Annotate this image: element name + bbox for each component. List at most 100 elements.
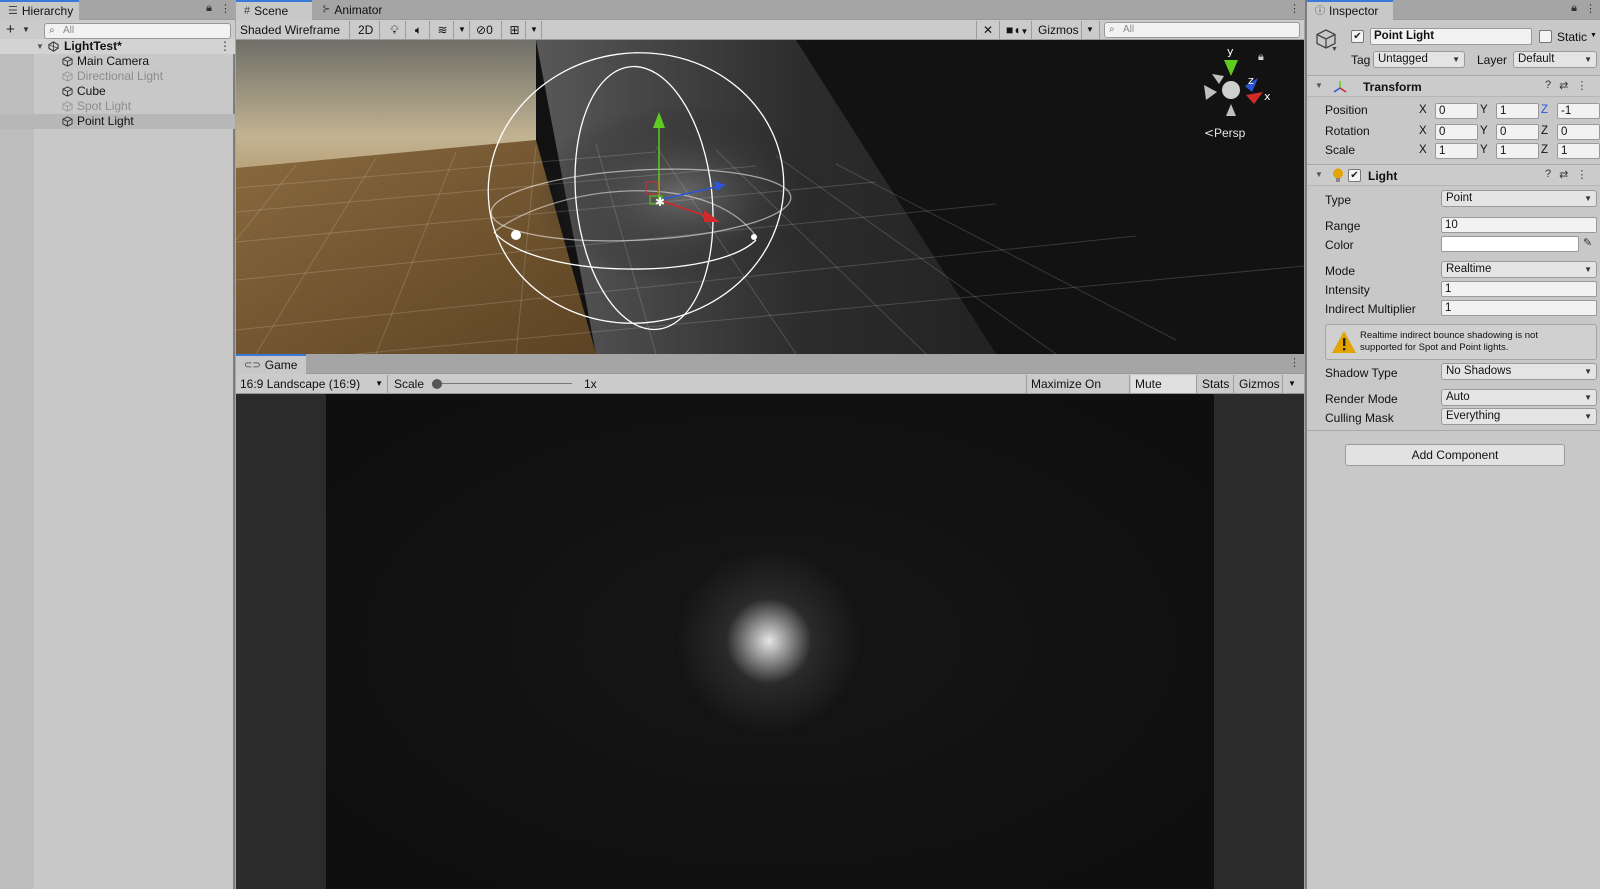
layer-dropdown[interactable]: Default ▼ [1513,51,1597,68]
position-z-field[interactable]: -1 [1557,103,1600,119]
game-gizmos-toggle[interactable]: Gizmos [1235,375,1283,393]
effects-toggle-icon[interactable]: ≋ [432,21,454,39]
hidden-objects-toggle[interactable]: ⊘0 [472,21,502,39]
range-handle[interactable] [751,234,757,240]
mute-audio-toggle[interactable]: Mute Audio [1131,375,1197,409]
draw-mode-dropdown[interactable]: Shaded Wireframe ▼ [236,21,350,54]
type-dropdown[interactable]: Point ▼ [1441,190,1597,207]
add-component-button[interactable]: Add Component [1345,444,1565,466]
scene-search-input[interactable]: ⌕ All [1104,22,1300,38]
scale-slider-thumb[interactable] [432,379,442,389]
indirect-multiplier-field[interactable]: 1 [1441,300,1597,316]
intensity-field[interactable]: 1 [1441,281,1597,297]
tag-dropdown[interactable]: Untagged ▼ [1373,51,1465,68]
rotation-label: Rotation [1325,124,1370,138]
hierarchy-search-input[interactable]: ⌕ All [44,23,231,39]
stats-toggle[interactable]: Stats [1198,375,1234,393]
hierarchy-item[interactable]: Main Camera [0,54,235,69]
scale-y-field[interactable]: 1 [1496,143,1539,159]
render-mode-dropdown[interactable]: Auto ▼ [1441,389,1597,406]
static-dropdown-icon[interactable]: ▼ [1590,32,1597,39]
eyedropper-icon[interactable]: ✎ [1583,236,1592,249]
scene-viewport[interactable]: ✱ y z x 🔒︎ < Persp [236,40,1304,354]
rotation-y-axis-label[interactable]: Y [1480,125,1488,137]
position-y-axis-label[interactable]: Y [1480,104,1488,116]
projection-arrow-icon: < [1204,126,1214,140]
more-icon[interactable]: ⋮ [1576,79,1587,92]
scale-y-axis-label[interactable]: Y [1480,144,1488,156]
game-gizmos-dropdown-icon[interactable]: ▼ [1284,375,1302,393]
object-name-field[interactable]: Point Light [1370,28,1532,45]
more-icon[interactable]: ⋮ [1576,168,1587,181]
tab-hierarchy[interactable]: ☰ Hierarchy [0,0,80,20]
hierarchy-item[interactable]: Point Light [0,114,235,129]
position-x-field[interactable]: 0 [1435,103,1478,119]
maximize-on-play-toggle[interactable]: Maximize On Play [1026,375,1130,409]
intensity-value: 1 [1445,283,1452,295]
more-icon[interactable]: ⋮ [1289,356,1300,369]
expand-arrow-icon[interactable]: ▼ [36,39,44,54]
more-icon[interactable]: ⋮ [220,2,231,15]
scale-value-label: 1x [584,377,597,391]
position-x-axis-label[interactable]: X [1419,104,1427,116]
help-icon[interactable]: ? [1545,168,1551,181]
rotation-z-field[interactable]: 0 [1557,124,1600,140]
mode-dropdown[interactable]: Realtime ▼ [1441,261,1597,278]
projection-label[interactable]: Persp [1214,126,1246,140]
tab-inspector[interactable]: ⓘ Inspector [1307,0,1393,20]
preset-icon[interactable]: ⇄ [1559,168,1568,181]
foldout-arrow-icon[interactable]: ▼ [1315,170,1323,179]
hierarchy-item[interactable]: Directional Light [0,69,235,84]
rotation-y-field[interactable]: 0 [1496,124,1539,140]
position-z-axis-label[interactable]: Z [1541,104,1548,116]
color-swatch[interactable] [1441,236,1579,252]
camera-dropdown[interactable]: ■◖▼ [1002,21,1032,39]
rotation-z-axis-label[interactable]: Z [1541,125,1548,137]
tab-animator[interactable]: ⊱ Animator [314,0,388,20]
scene-root-row[interactable]: ▼ LightTest* ⋮ [0,39,235,54]
hierarchy-item[interactable]: Spot Light [0,99,235,114]
preset-icon[interactable]: ⇄ [1559,79,1568,92]
static-checkbox[interactable] [1539,30,1552,43]
rotation-x-field[interactable]: 0 [1435,124,1478,140]
2d-toggle-button[interactable]: 2D [354,21,380,39]
foldout-arrow-icon[interactable]: ▼ [1315,81,1323,90]
gizmos-dropdown-icon[interactable]: ▼ [1082,21,1100,39]
tab-game[interactable]: ⊂⊃ Game [236,354,306,374]
light-header[interactable]: ▼ ✔ Light ? ⇄ ⋮ [1307,164,1600,186]
add-icon[interactable]: + [6,21,15,38]
grid-snap-icon[interactable]: ⊞ [504,21,526,39]
light-enabled-checkbox[interactable]: ✔ [1348,169,1361,182]
help-icon[interactable]: ? [1545,79,1551,92]
aspect-dropdown[interactable]: 16:9 Landscape (16:9) ▼ [236,375,388,393]
tab-scene[interactable]: # Scene [236,0,312,20]
scale-z-field[interactable]: 1 [1557,143,1600,159]
icon-dropdown-arrow[interactable]: ▼ [1331,46,1338,53]
lighting-toggle-icon[interactable]: 💡︎ [384,21,406,39]
scale-z-axis-label[interactable]: Z [1541,144,1548,156]
lock-icon[interactable]: 🔒︎ [1258,50,1264,63]
lock-icon[interactable]: 🔒︎ [206,2,212,15]
tools-icon[interactable]: ✕ [976,21,1000,39]
lock-icon[interactable]: 🔒︎ [1571,2,1577,15]
hierarchy-item[interactable]: Cube [0,84,235,99]
audio-toggle-icon[interactable]: 🔈︎ [408,21,430,39]
game-viewport[interactable] [236,394,1304,889]
scale-x-axis-label[interactable]: X [1419,144,1427,156]
gizmos-button[interactable]: Gizmos [1034,21,1082,39]
chevron-down-icon[interactable]: ▼ [22,25,30,34]
grid-dropdown-icon[interactable]: ▼ [526,21,542,39]
active-checkbox[interactable]: ✔ [1351,30,1364,43]
more-icon[interactable]: ⋮ [1585,2,1596,15]
scale-slider-track[interactable] [432,383,572,384]
position-y-field[interactable]: 1 [1496,103,1539,119]
scale-x-field[interactable]: 1 [1435,143,1478,159]
more-icon[interactable]: ⋮ [1289,2,1300,15]
rotation-x-axis-label[interactable]: X [1419,125,1427,137]
range-field[interactable]: 10 [1441,217,1597,233]
shadow-type-dropdown[interactable]: No Shadows ▼ [1441,363,1597,380]
culling-mask-dropdown[interactable]: Everything ▼ [1441,408,1597,425]
more-icon[interactable]: ⋮ [219,39,231,54]
transform-header[interactable]: ▼ Transform ? ⇄ ⋮ [1307,75,1600,97]
effects-dropdown-icon[interactable]: ▼ [454,21,470,39]
